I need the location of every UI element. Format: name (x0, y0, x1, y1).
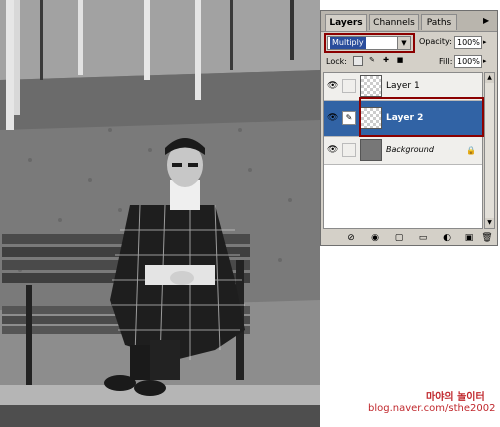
layer-name: Layer 1 (386, 81, 420, 91)
layer-mask-icon[interactable]: ▢ (393, 232, 405, 244)
layer-style-icon[interactable]: ◉ (369, 232, 381, 244)
fill-label: Fill: (439, 57, 453, 66)
lock-all-icon[interactable]: ■ (395, 56, 405, 66)
layer-2-highlight (359, 97, 484, 137)
opacity-input[interactable]: 100% (454, 36, 482, 49)
watermark-url: blog.naver.com/sthe2002 (368, 403, 496, 414)
trash-icon[interactable]: 🗑 (481, 232, 493, 244)
layers-list: 👁 Layer 1 👁 ✎ Layer 2 👁 Background 🔒 (323, 72, 483, 229)
palette-tabs: Layers Channels Paths ▶ (321, 11, 497, 32)
brush-icon[interactable]: ✎ (342, 111, 356, 125)
link-slot[interactable] (342, 143, 356, 157)
layer-row-background[interactable]: 👁 Background 🔒 (324, 137, 482, 165)
tab-paths[interactable]: Paths (421, 14, 457, 30)
lock-position-icon[interactable]: ✚ (381, 56, 391, 66)
palette-footer: ⊘ ◉ ▢ ▭ ◐ ▣ 🗑 (321, 231, 497, 245)
scroll-down-icon[interactable]: ▼ (485, 218, 494, 228)
opacity-slider-arrow-icon[interactable]: ▸ (483, 36, 492, 49)
photo-canvas (0, 0, 320, 427)
new-layer-icon[interactable]: ▣ (463, 232, 475, 244)
panel-menu-icon[interactable]: ▶ (483, 16, 493, 26)
eye-icon[interactable]: 👁 (327, 145, 338, 155)
lock-image-icon[interactable]: ✎ (367, 56, 377, 66)
layers-palette: Layers Channels Paths ▶ Multiply ▼ Opaci… (320, 10, 498, 246)
lock-transparent-icon[interactable] (353, 56, 363, 66)
lock-label: Lock: (326, 57, 347, 66)
fill-slider-arrow-icon[interactable]: ▸ (483, 55, 492, 68)
park-photo (0, 0, 320, 427)
watermark-title: 마야의 놀이터 (426, 392, 485, 403)
eye-icon[interactable]: 👁 (327, 81, 338, 91)
scroll-up-icon[interactable]: ▲ (485, 73, 494, 83)
layer-thumbnail (360, 139, 382, 161)
tab-channels[interactable]: Channels (369, 14, 419, 30)
blend-mode-highlight (324, 33, 415, 53)
layer-thumbnail (360, 75, 382, 97)
layers-scrollbar[interactable]: ▲ ▼ (484, 72, 495, 229)
new-group-icon[interactable]: ▭ (417, 232, 429, 244)
tab-layers[interactable]: Layers (325, 14, 367, 31)
link-layers-icon[interactable]: ⊘ (345, 232, 357, 244)
link-slot[interactable] (342, 79, 356, 93)
lock-icon: 🔒 (466, 146, 476, 155)
fill-input[interactable]: 100% (454, 55, 482, 68)
eye-icon[interactable]: 👁 (327, 113, 338, 123)
adjustment-layer-icon[interactable]: ◐ (441, 232, 453, 244)
layer-name: Background (386, 145, 434, 154)
opacity-label: Opacity: (419, 37, 452, 46)
